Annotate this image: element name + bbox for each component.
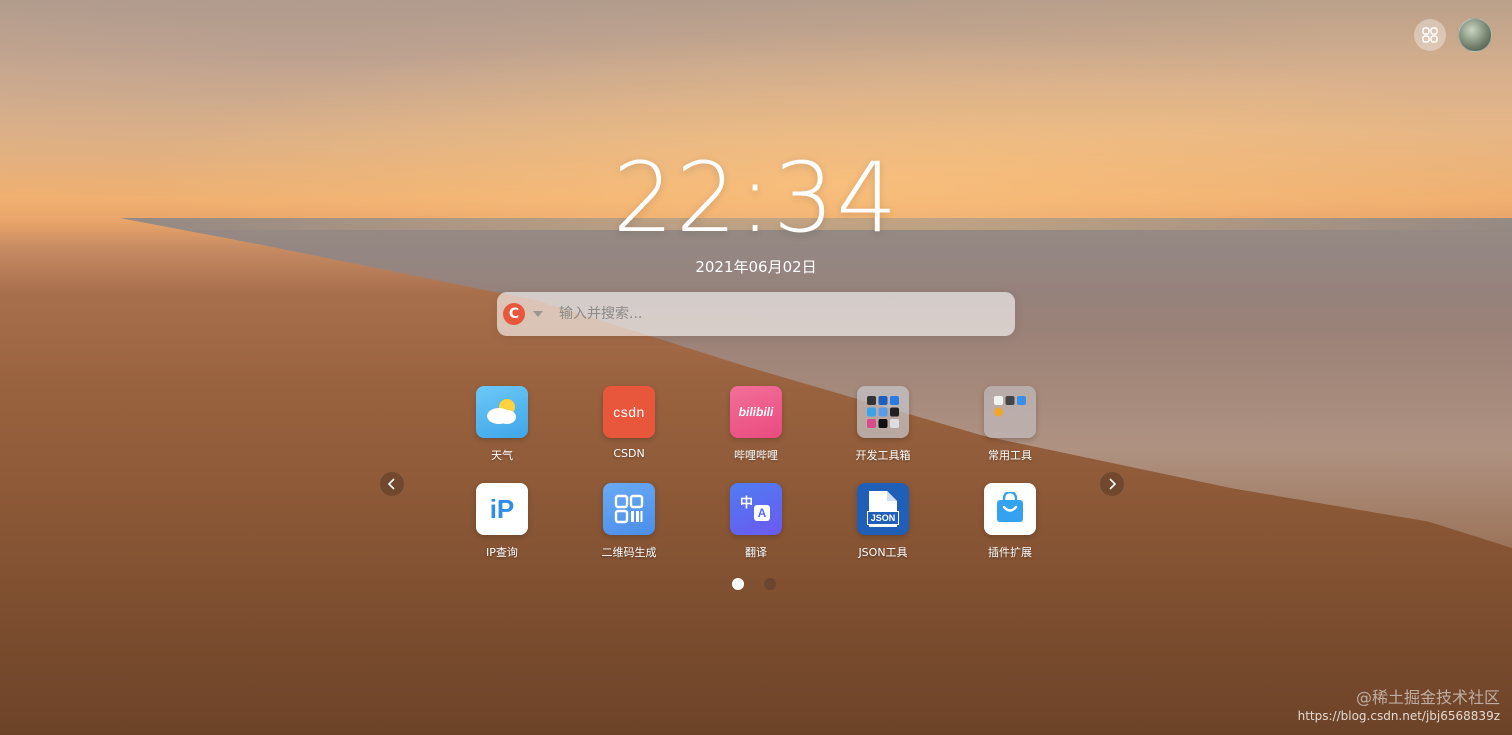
page-dot-1[interactable] [732, 578, 744, 590]
dev-toolbox-folder-icon [857, 386, 909, 438]
translate-icon: 中 A [730, 483, 782, 535]
app-label: JSON工具 [858, 546, 908, 559]
chevron-down-icon[interactable] [533, 311, 543, 317]
chevron-right-icon [1109, 478, 1117, 490]
app-label: IP查询 [486, 546, 518, 559]
app-translate[interactable]: 中 A 翻译 [704, 483, 808, 560]
app-label: 翻译 [745, 546, 767, 559]
page-dot-2[interactable] [764, 578, 776, 590]
app-grid: 天气 CSDN CSDN bilibili 哔哩哔哩 [450, 386, 1070, 560]
app-csdn[interactable]: CSDN CSDN [577, 386, 681, 463]
bilibili-icon: bilibili [730, 386, 782, 438]
app-extensions[interactable]: 插件扩展 [958, 483, 1062, 560]
app-menu-button[interactable] [1414, 19, 1446, 51]
watermark-brand: @稀土掘金技术社区 [1355, 688, 1500, 707]
weather-icon [476, 386, 528, 438]
chevron-left-icon [387, 478, 395, 490]
json-tool-icon: JSON [857, 483, 909, 535]
top-right-controls [1414, 18, 1492, 52]
app-json-tool[interactable]: JSON JSON工具 [831, 483, 935, 560]
ip-lookup-icon: iP [476, 483, 528, 535]
next-page-button[interactable] [1100, 472, 1124, 496]
search-bar: C [497, 292, 1015, 336]
app-ip-lookup[interactable]: iP IP查询 [450, 483, 554, 560]
common-tools-folder-icon [984, 386, 1036, 438]
grid-icon [1422, 27, 1438, 43]
csdn-icon: CSDN [603, 386, 655, 438]
app-label: CSDN [613, 447, 645, 460]
app-label: 天气 [491, 449, 513, 462]
prev-page-button[interactable] [380, 472, 404, 496]
app-weather[interactable]: 天气 [450, 386, 554, 463]
search-engine-selector[interactable]: C [503, 303, 525, 325]
app-label: 开发工具箱 [855, 449, 911, 462]
app-label: 插件扩展 [988, 546, 1032, 559]
csdn-engine-icon: C [508, 306, 520, 322]
app-label: 二维码生成 [601, 546, 657, 559]
app-common-tools[interactable]: 常用工具 [958, 386, 1062, 463]
app-qrcode[interactable]: 二维码生成 [577, 483, 681, 560]
extension-store-icon [984, 483, 1036, 535]
clock-date: 2021年06月02日 [695, 258, 817, 276]
user-avatar[interactable] [1458, 18, 1492, 52]
page-indicator [732, 578, 776, 590]
qrcode-icon [603, 483, 655, 535]
clock-time: 22:34 [612, 142, 900, 254]
watermark: @稀土掘金技术社区 https://blog.csdn.net/jbj65688… [1298, 689, 1500, 725]
app-dev-toolbox[interactable]: 开发工具箱 [831, 386, 935, 463]
app-label: 哔哩哔哩 [734, 449, 778, 462]
app-bilibili[interactable]: bilibili 哔哩哔哩 [704, 386, 808, 463]
search-input[interactable] [557, 305, 981, 323]
app-label: 常用工具 [988, 449, 1032, 462]
watermark-url: https://blog.csdn.net/jbj6568839z [1297, 709, 1500, 723]
